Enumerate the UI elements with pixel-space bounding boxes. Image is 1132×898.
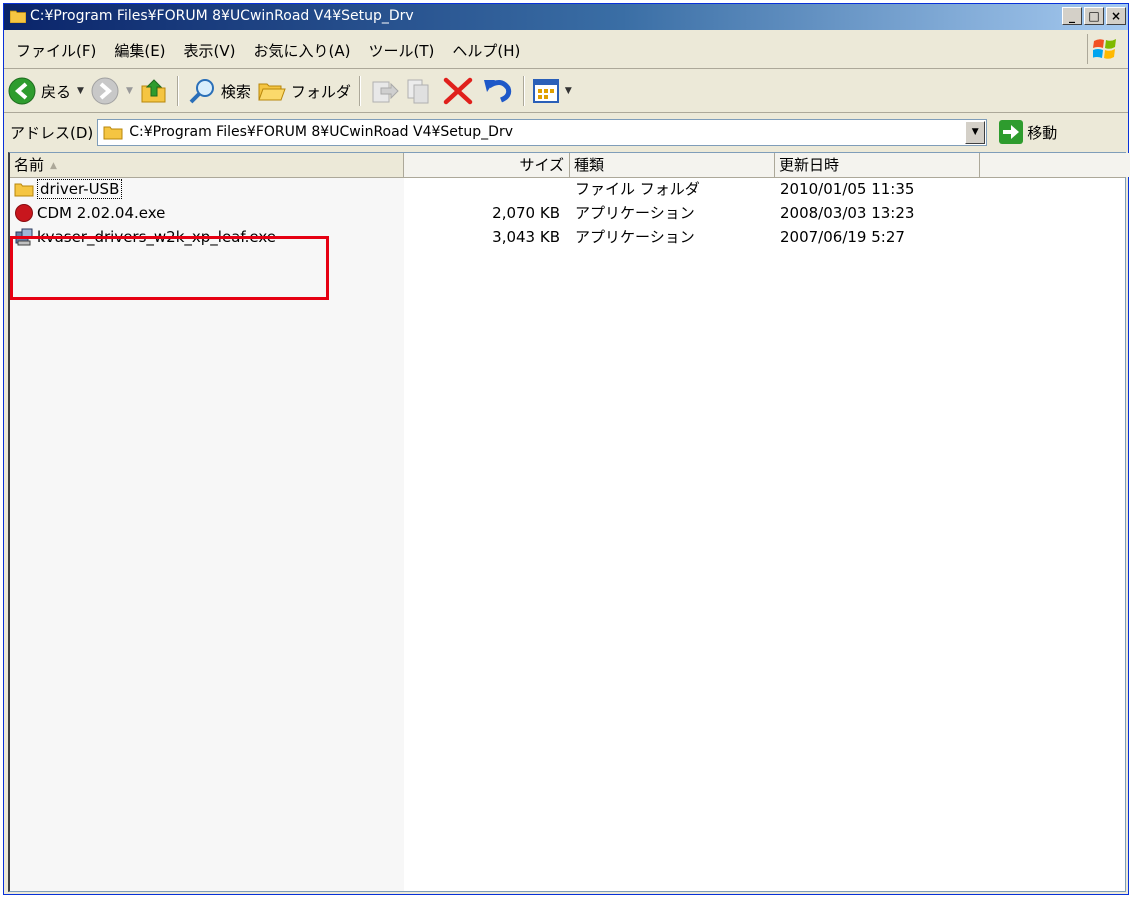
- search-button[interactable]: 検索: [184, 73, 254, 109]
- go-arrow-icon: [999, 120, 1024, 144]
- menu-edit[interactable]: 編集(E): [105, 40, 174, 61]
- delete-x-icon: [443, 77, 473, 105]
- back-button[interactable]: 戻る ▼: [4, 73, 87, 109]
- toolbar-separator: [176, 76, 179, 106]
- column-header-modified[interactable]: 更新日時: [775, 153, 980, 177]
- undo-icon: [483, 80, 512, 103]
- address-value: C:¥Program Files¥FORUM 8¥UCwinRoad V4¥Se…: [129, 124, 513, 140]
- file-name: CDM 2.02.04.exe: [37, 204, 166, 222]
- address-dropdown-button[interactable]: ▼: [965, 120, 986, 144]
- chevron-down-icon[interactable]: ▼: [565, 86, 572, 96]
- menu-favorites[interactable]: お気に入り(A): [245, 40, 360, 61]
- windows-logo-icon: [1087, 34, 1122, 64]
- standard-toolbar: 戻る ▼ ▼ 検索 フォルダ ▼: [4, 70, 1128, 113]
- address-bar: アドレス(D) C:¥Program Files¥FORUM 8¥UCwinRo…: [4, 114, 1128, 150]
- folder-icon: [103, 126, 123, 140]
- menu-bar: ファイル(F) 編集(E) 表示(V) お気に入り(A) ツール(T) ヘルプ(…: [4, 32, 1128, 69]
- delete-button[interactable]: [438, 73, 478, 109]
- undo-button[interactable]: [478, 73, 518, 109]
- column-header-row: 名前 ▲ サイズ 種類 更新日時: [10, 153, 1130, 178]
- folders-icon: [258, 83, 286, 101]
- column-header-type[interactable]: 種類: [570, 153, 775, 177]
- file-type: ファイル フォルダ: [575, 180, 700, 198]
- go-label: 移動: [1027, 123, 1058, 142]
- explorer-window: C:¥Program Files¥FORUM 8¥UCwinRoad V4¥Se…: [3, 3, 1130, 895]
- chevron-down-icon[interactable]: ▼: [126, 86, 133, 96]
- search-icon: [189, 79, 214, 104]
- menu-file[interactable]: ファイル(F): [4, 40, 105, 61]
- close-button[interactable]: ×: [1106, 7, 1126, 25]
- chevron-down-icon[interactable]: ▼: [77, 86, 84, 96]
- go-button[interactable]: 移動: [999, 120, 1057, 144]
- folder-icon: [14, 183, 34, 197]
- views-icon: [532, 79, 559, 103]
- file-modified: 2010/01/05 11:35: [780, 180, 915, 198]
- column-header-empty: [980, 153, 1130, 177]
- toolbar-separator: [358, 76, 361, 106]
- copy-to-button[interactable]: [402, 73, 438, 109]
- file-size: 3,043 KB: [492, 228, 560, 246]
- folder-icon: [10, 10, 26, 23]
- forward-arrow-icon: [91, 77, 119, 105]
- menu-help[interactable]: ヘルプ(H): [443, 40, 529, 61]
- highlight-box: [10, 236, 329, 300]
- column-header-size[interactable]: サイズ: [404, 153, 570, 177]
- menu-tools[interactable]: ツール(T): [359, 40, 443, 61]
- move-to-button[interactable]: [366, 73, 402, 109]
- menu-view[interactable]: 表示(V): [175, 40, 245, 61]
- file-type: アプリケーション: [575, 204, 695, 222]
- forward-button[interactable]: ▼: [87, 73, 136, 109]
- file-modified: 2008/03/03 13:23: [780, 204, 915, 222]
- back-label: 戻る: [41, 82, 72, 101]
- sort-ascending-icon: ▲: [50, 160, 57, 171]
- title-bar[interactable]: C:¥Program Files¥FORUM 8¥UCwinRoad V4¥Se…: [4, 4, 1128, 30]
- file-modified: 2007/06/19 5:27: [780, 228, 905, 246]
- address-label: アドレス(D): [10, 123, 94, 142]
- up-folder-button[interactable]: [136, 73, 172, 109]
- views-button[interactable]: ▼: [530, 73, 575, 109]
- file-type: アプリケーション: [575, 228, 695, 246]
- address-input[interactable]: C:¥Program Files¥FORUM 8¥UCwinRoad V4¥Se…: [97, 118, 988, 146]
- column-header-name[interactable]: 名前 ▲: [10, 153, 404, 177]
- copy-to-icon: [407, 79, 429, 104]
- list-item[interactable]: driver-USB ファイル フォルダ 2010/01/05 11:35: [10, 177, 1125, 201]
- move-to-icon: [372, 81, 399, 103]
- minimize-button[interactable]: _: [1062, 7, 1082, 25]
- red-circle-app-icon: [15, 204, 33, 222]
- search-label: 検索: [220, 82, 251, 101]
- folders-button[interactable]: フォルダ: [254, 73, 354, 109]
- window-title: C:¥Program Files¥FORUM 8¥UCwinRoad V4¥Se…: [30, 8, 414, 24]
- up-folder-icon: [141, 79, 166, 103]
- toolbar-separator: [522, 76, 525, 106]
- maximize-button[interactable]: □: [1084, 7, 1104, 25]
- file-name: driver-USB: [37, 179, 123, 199]
- folders-label: フォルダ: [290, 82, 351, 101]
- list-item[interactable]: CDM 2.02.04.exe 2,070 KB アプリケーション 2008/0…: [10, 201, 1125, 225]
- file-size: 2,070 KB: [492, 204, 560, 222]
- back-arrow-icon: [8, 77, 36, 105]
